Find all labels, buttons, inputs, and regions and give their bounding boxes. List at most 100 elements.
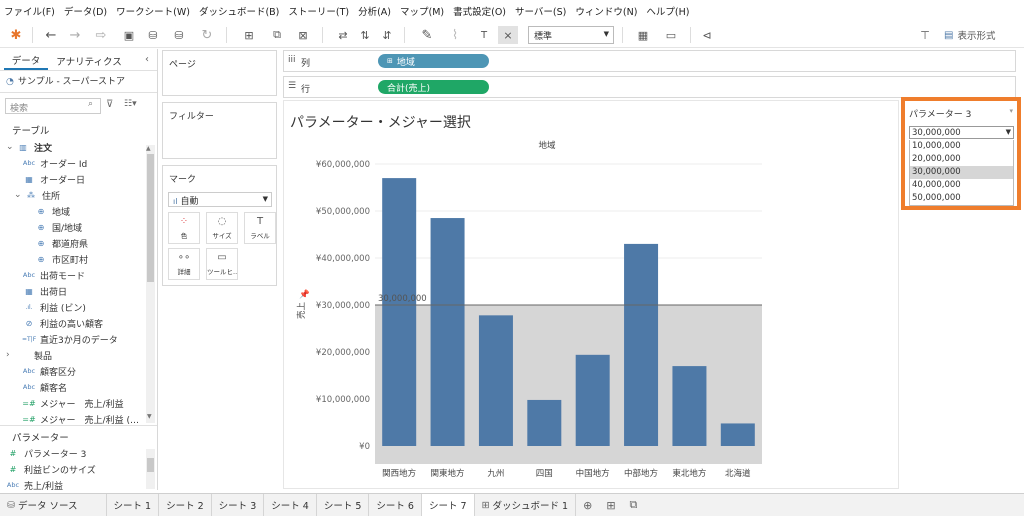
field-item[interactable]: Abc 顧客区分: [0, 363, 145, 379]
field-item[interactable]: =T|F 直近3か月のデータ: [0, 331, 145, 347]
new-datasource-icon[interactable]: ⛁: [144, 26, 162, 44]
group-icon[interactable]: ⌇: [444, 26, 466, 44]
search-input[interactable]: 検索: [5, 98, 101, 114]
menu-item-7[interactable]: 書式設定(O): [453, 4, 506, 18]
mark-button-color[interactable]: ⁘ 色: [168, 212, 200, 244]
save-icon[interactable]: ▣: [120, 26, 138, 44]
parameter-item[interactable]: Abc 売上/利益: [0, 477, 145, 493]
tableau-logo-icon[interactable]: ✱: [6, 26, 26, 44]
field-item[interactable]: ⊕ 都道府県: [0, 235, 145, 251]
sort-asc-icon[interactable]: ⇅: [356, 26, 374, 44]
share-icon[interactable]: ⊲: [698, 26, 716, 44]
view-options-icon[interactable]: ☷▾: [124, 99, 137, 109]
sheet-tab[interactable]: シート 6: [369, 494, 422, 516]
chevron-icon[interactable]: ⌄: [14, 190, 24, 200]
fix-axes-icon[interactable]: ⨯: [498, 26, 518, 44]
menu-item-0[interactable]: ファイル(F): [4, 4, 55, 18]
datasource-item[interactable]: ◔ サンプル - スーパーストア: [6, 74, 125, 87]
new-worksheet-icon[interactable]: ⊞: [238, 26, 260, 44]
sheet-tab[interactable]: シート 1: [107, 494, 160, 516]
parameter-item[interactable]: # パラメーター 3: [0, 445, 145, 461]
field-item[interactable]: Abc オーダー Id: [0, 155, 145, 171]
rows-pill[interactable]: 合計(売上): [378, 80, 489, 94]
parameter-list-scroll-thumb[interactable]: [147, 458, 154, 472]
mark-button-detail[interactable]: ∘∘ 詳細: [168, 248, 200, 280]
menu-item-5[interactable]: 分析(A): [358, 4, 391, 18]
field-item[interactable]: ▦ 出荷日: [0, 283, 145, 299]
parameter-option[interactable]: 10,000,000: [910, 140, 1013, 153]
swap-icon[interactable]: ⇄: [334, 26, 352, 44]
field-item[interactable]: .ıl. 利益 (ビン): [0, 299, 145, 315]
field-item[interactable]: ⊘ 利益の高い顧客: [0, 315, 145, 331]
columns-shelf[interactable]: iii 列 ⊞ 地域: [283, 50, 1016, 72]
pause-update-icon[interactable]: ⛁: [168, 26, 190, 44]
parameter-option[interactable]: 50,000,000: [910, 192, 1013, 205]
show-cards-icon[interactable]: ▦: [632, 26, 654, 44]
field-item[interactable]: ⊕ 国/地域: [0, 219, 145, 235]
parameter-option[interactable]: 30,000,000: [910, 166, 1013, 179]
menu-item-2[interactable]: ワークシート(W): [116, 4, 190, 18]
card-menu-icon[interactable]: ▾: [1009, 107, 1013, 115]
rows-shelf[interactable]: ☰ 行 合計(売上): [283, 76, 1016, 98]
duplicate-sheet-icon[interactable]: ⧉: [268, 26, 286, 44]
field-item[interactable]: ⊕ 地域: [0, 203, 145, 219]
fit-select[interactable]: 標準 ▼: [528, 26, 614, 44]
parameter-option[interactable]: 40,000,000: [910, 179, 1013, 192]
field-item[interactable]: Abc 出荷モード: [0, 267, 145, 283]
new-worksheet-icon[interactable]: ⊕: [576, 494, 599, 516]
field-item[interactable]: =# メジャー 売上/利益: [0, 395, 145, 411]
menu-item-8[interactable]: サーバー(S): [515, 4, 566, 18]
scroll-up-icon[interactable]: ▲: [146, 145, 151, 152]
field-item[interactable]: ⊕ 市区町村: [0, 251, 145, 267]
sheet-tab[interactable]: シート 3: [212, 494, 265, 516]
menu-item-3[interactable]: ダッシュボード(B): [199, 4, 279, 18]
pages-card[interactable]: ページ: [162, 50, 277, 96]
menu-item-1[interactable]: データ(D): [64, 4, 107, 18]
menu-item-10[interactable]: ヘルプ(H): [646, 4, 689, 18]
scroll-down-icon[interactable]: ▼: [147, 413, 152, 420]
redo-dropdown-icon[interactable]: ⇨: [90, 26, 112, 44]
label-icon[interactable]: T: [476, 26, 492, 44]
columns-pill[interactable]: ⊞ 地域: [378, 54, 489, 68]
sheet-tab[interactable]: シート 7: [421, 494, 475, 516]
refresh-icon[interactable]: ↻: [196, 26, 218, 44]
parameter-item[interactable]: # 利益ビンのサイズ: [0, 461, 145, 477]
undo-icon[interactable]: ←: [42, 26, 60, 44]
chevron-icon[interactable]: ⌄: [6, 142, 16, 152]
menu-item-4[interactable]: ストーリー(T): [288, 4, 349, 18]
sort-desc-icon[interactable]: ⇵: [378, 26, 396, 44]
clear-sheet-icon[interactable]: ⊠: [292, 26, 314, 44]
field-item[interactable]: Abc 顧客名: [0, 379, 145, 395]
redo-icon[interactable]: →: [66, 26, 84, 44]
mark-button-size[interactable]: ◌ サイズ: [206, 212, 238, 244]
new-dashboard-icon[interactable]: ⊞: [599, 494, 622, 516]
field-item[interactable]: ⌄ ⁂ 住所: [0, 187, 145, 203]
show-me-button[interactable]: ▤ 表示形式: [944, 26, 1020, 44]
tab-datasource[interactable]: ⛁ データ ソース: [0, 494, 107, 516]
sheet-tab[interactable]: シート 2: [159, 494, 212, 516]
filters-card[interactable]: フィルター: [162, 102, 277, 159]
mark-button-tooltip[interactable]: ▭ ツールヒ...: [206, 248, 238, 280]
chevron-icon[interactable]: ›: [6, 350, 16, 360]
filter-icon[interactable]: ⊽: [106, 99, 113, 110]
collapse-pane-icon[interactable]: ‹: [145, 54, 149, 65]
new-story-icon[interactable]: ⧉: [623, 494, 645, 516]
mark-type-select[interactable]: ıl 自動 ▼: [168, 192, 272, 207]
parameter-option[interactable]: 20,000,000: [910, 153, 1013, 166]
field-item[interactable]: ⌄ ▥ 注文: [0, 139, 145, 155]
mark-button-label[interactable]: T ラベル: [244, 212, 276, 244]
pin-icon[interactable]: ⊤: [917, 26, 933, 44]
sheet-tab[interactable]: シート 5: [317, 494, 370, 516]
menu-item-6[interactable]: マップ(M): [400, 4, 444, 18]
parameter-dropdown[interactable]: 30,000,000 ▼: [909, 126, 1014, 139]
highlight-icon[interactable]: ✎: [416, 26, 438, 44]
menu-item-9[interactable]: ウィンドウ(N): [575, 4, 637, 18]
field-item[interactable]: ▦ オーダー日: [0, 171, 145, 187]
presentation-icon[interactable]: ▭: [662, 26, 680, 44]
sheet-tab[interactable]: ⊞ ダッシュボード 1: [475, 494, 577, 516]
field-item[interactable]: › 製品: [0, 347, 145, 363]
sheet-tab[interactable]: シート 4: [264, 494, 317, 516]
tab-data[interactable]: データ: [4, 52, 48, 70]
tab-analytics[interactable]: アナリティクス: [52, 52, 126, 70]
field-list-scroll-thumb[interactable]: [147, 154, 154, 282]
